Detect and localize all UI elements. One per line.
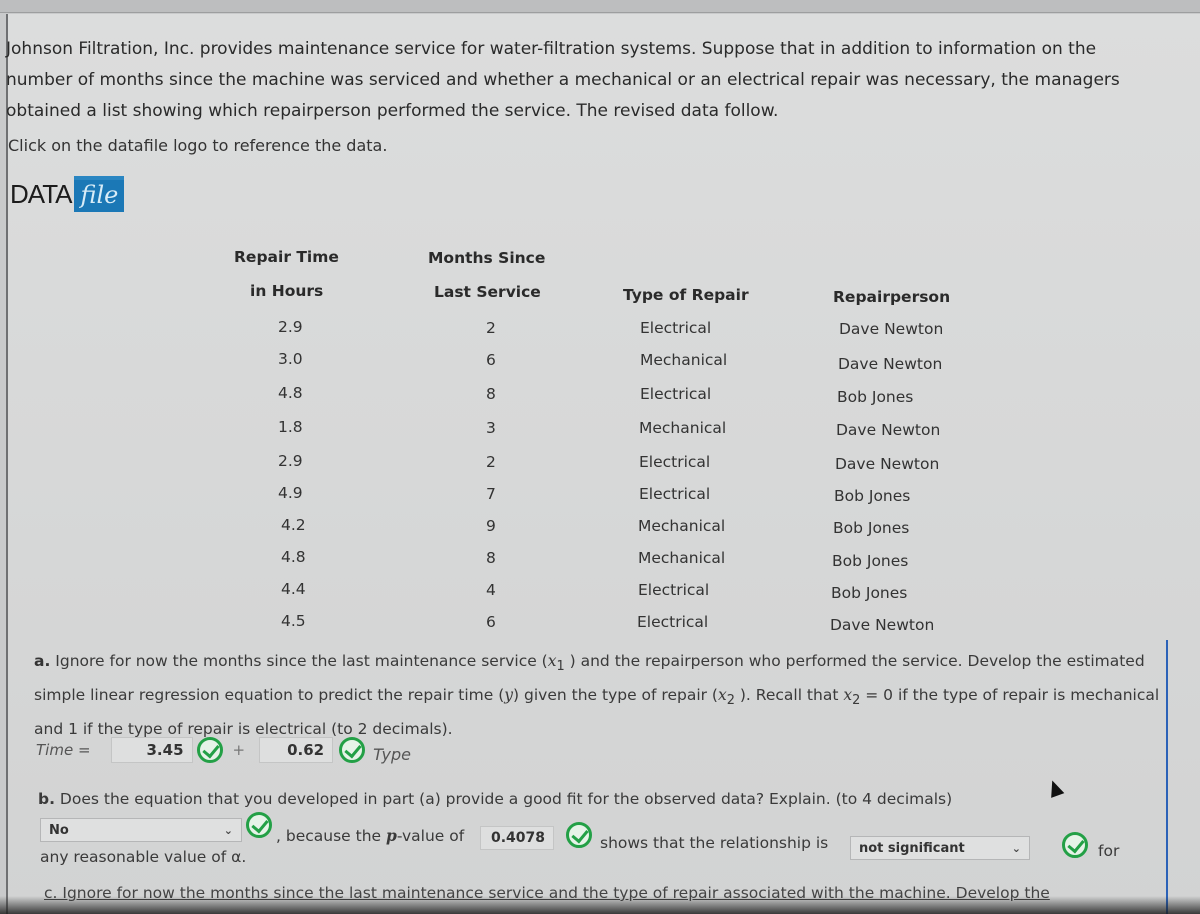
x2-symbol: x bbox=[717, 686, 727, 705]
cell-repairperson: Bob Jones bbox=[833, 519, 910, 537]
cell-type-of-repair: Mechanical bbox=[640, 351, 728, 369]
cell-type-of-repair: Electrical bbox=[637, 613, 709, 631]
regression-equation-row: Time = 3.45 + 0.62 Type bbox=[36, 735, 411, 764]
cell-type-of-repair: Electrical bbox=[639, 453, 711, 471]
cell-months-since: 6 bbox=[486, 351, 496, 369]
header-repairperson: Repairperson bbox=[833, 288, 951, 306]
part-b-text: Does the equation that you developed in … bbox=[54, 790, 953, 808]
cell-repairperson: Dave Newton bbox=[830, 616, 935, 634]
x2-symbol: x bbox=[843, 686, 853, 705]
part-a-question: a. Ignore for now the months since the l… bbox=[34, 647, 1164, 744]
cell-type-of-repair: Mechanical bbox=[639, 419, 727, 437]
cell-type-of-repair: Electrical bbox=[640, 385, 712, 403]
correct-check-icon bbox=[1062, 832, 1088, 858]
correct-check-icon bbox=[566, 822, 592, 848]
cell-months-since: 2 bbox=[486, 453, 496, 471]
header-months-since: Months Since bbox=[428, 249, 546, 267]
header-in-hours: in Hours bbox=[250, 282, 324, 300]
part-a-label: a. bbox=[34, 652, 51, 670]
cell-repair-hours: 1.8 bbox=[278, 418, 303, 436]
chevron-down-icon: ⌄ bbox=[223, 823, 233, 837]
cell-months-since: 6 bbox=[486, 613, 496, 631]
cell-type-of-repair: Mechanical bbox=[638, 517, 726, 535]
p-symbol: p bbox=[385, 826, 397, 845]
y-symbol: y bbox=[504, 686, 514, 705]
cell-repairperson: Dave Newton bbox=[838, 355, 943, 373]
part-b-question: b. Does the equation that you developed … bbox=[38, 790, 952, 808]
cell-repairperson: Dave Newton bbox=[839, 320, 944, 338]
cell-months-since: 4 bbox=[486, 581, 496, 599]
significance-select-value: not significant bbox=[859, 840, 965, 856]
cell-repair-hours: 4.8 bbox=[281, 548, 306, 566]
header-type-of-repair: Type of Repair bbox=[623, 286, 749, 304]
header-last-service: Last Service bbox=[434, 283, 541, 301]
problem-intro: Johnson Filtration, Inc. provides mainte… bbox=[6, 39, 1120, 121]
correct-check-icon bbox=[246, 812, 272, 838]
fit-select[interactable]: No ⌄ bbox=[40, 818, 242, 842]
cell-months-since: 8 bbox=[486, 549, 496, 567]
cell-type-of-repair: Electrical bbox=[640, 319, 712, 337]
pvalue-label: -value of bbox=[396, 827, 465, 845]
cell-repairperson: Bob Jones bbox=[832, 552, 909, 570]
correct-check-icon bbox=[339, 736, 366, 763]
cell-repairperson: Dave Newton bbox=[836, 421, 941, 439]
type-variable-label: Type bbox=[373, 745, 411, 764]
cell-type-of-repair: Electrical bbox=[638, 581, 710, 599]
alpha-text: any reasonable value of α. bbox=[40, 848, 247, 866]
panel-right-border bbox=[1166, 640, 1168, 914]
cell-repair-hours: 4.4 bbox=[281, 580, 306, 598]
cell-months-since: 3 bbox=[486, 419, 496, 437]
part-b-label: b. bbox=[38, 790, 55, 808]
screen-bottom-edge bbox=[0, 896, 1200, 914]
cell-repair-hours: 3.0 bbox=[278, 350, 303, 368]
plus-sign: + bbox=[232, 740, 246, 759]
cell-months-since: 2 bbox=[486, 319, 496, 337]
datafile-logo-data-text: DATA bbox=[10, 178, 72, 209]
cell-repair-hours: 4.9 bbox=[278, 484, 303, 502]
cell-repair-hours: 4.5 bbox=[281, 612, 306, 630]
because-label: , because the bbox=[276, 827, 386, 845]
browser-top-bar bbox=[0, 0, 1200, 13]
because-text: , because the p-value of bbox=[276, 826, 464, 845]
cell-repair-hours: 4.2 bbox=[281, 516, 306, 534]
shows-text: shows that the relationship is bbox=[600, 834, 829, 852]
datafile-folder-icon: file bbox=[74, 176, 125, 212]
cell-repair-hours: 2.9 bbox=[278, 452, 303, 470]
header-repair-time: Repair Time bbox=[234, 248, 339, 266]
x1-subscript: 1 bbox=[556, 659, 565, 675]
correct-check-icon bbox=[196, 736, 223, 763]
cell-type-of-repair: Mechanical bbox=[638, 549, 726, 567]
cell-repairperson: Bob Jones bbox=[831, 584, 908, 602]
cell-months-since: 9 bbox=[486, 517, 496, 535]
time-equals-label: Time = bbox=[36, 740, 91, 759]
slope-input[interactable]: 0.62 bbox=[259, 736, 334, 763]
x2-subscript: 2 bbox=[726, 693, 735, 709]
cell-type-of-repair: Electrical bbox=[639, 485, 711, 503]
for-text: for bbox=[1098, 842, 1120, 860]
part-a-text: Ignore for now the months since the last… bbox=[50, 652, 548, 670]
part-a-text: ) given the type of repair ( bbox=[513, 686, 718, 705]
cell-repairperson: Dave Newton bbox=[835, 455, 940, 473]
cell-months-since: 8 bbox=[486, 385, 496, 403]
intercept-input[interactable]: 3.45 bbox=[110, 736, 193, 763]
cell-repairperson: Bob Jones bbox=[837, 388, 914, 406]
chevron-down-icon: ⌄ bbox=[1011, 841, 1021, 855]
part-a-text: ). Recall that bbox=[734, 686, 844, 705]
cell-repair-hours: 4.8 bbox=[278, 384, 303, 402]
datafile-logo-button[interactable]: DATA file bbox=[10, 176, 125, 212]
datafile-note: Click on the datafile logo to reference … bbox=[8, 136, 388, 155]
fit-select-value: No bbox=[49, 822, 69, 838]
pvalue-input[interactable]: 0.4078 bbox=[480, 826, 554, 850]
cell-repairperson: Bob Jones bbox=[834, 487, 911, 505]
cell-repair-hours: 2.9 bbox=[278, 318, 303, 336]
significance-select[interactable]: not significant ⌄ bbox=[850, 836, 1030, 860]
cell-months-since: 7 bbox=[486, 485, 496, 503]
